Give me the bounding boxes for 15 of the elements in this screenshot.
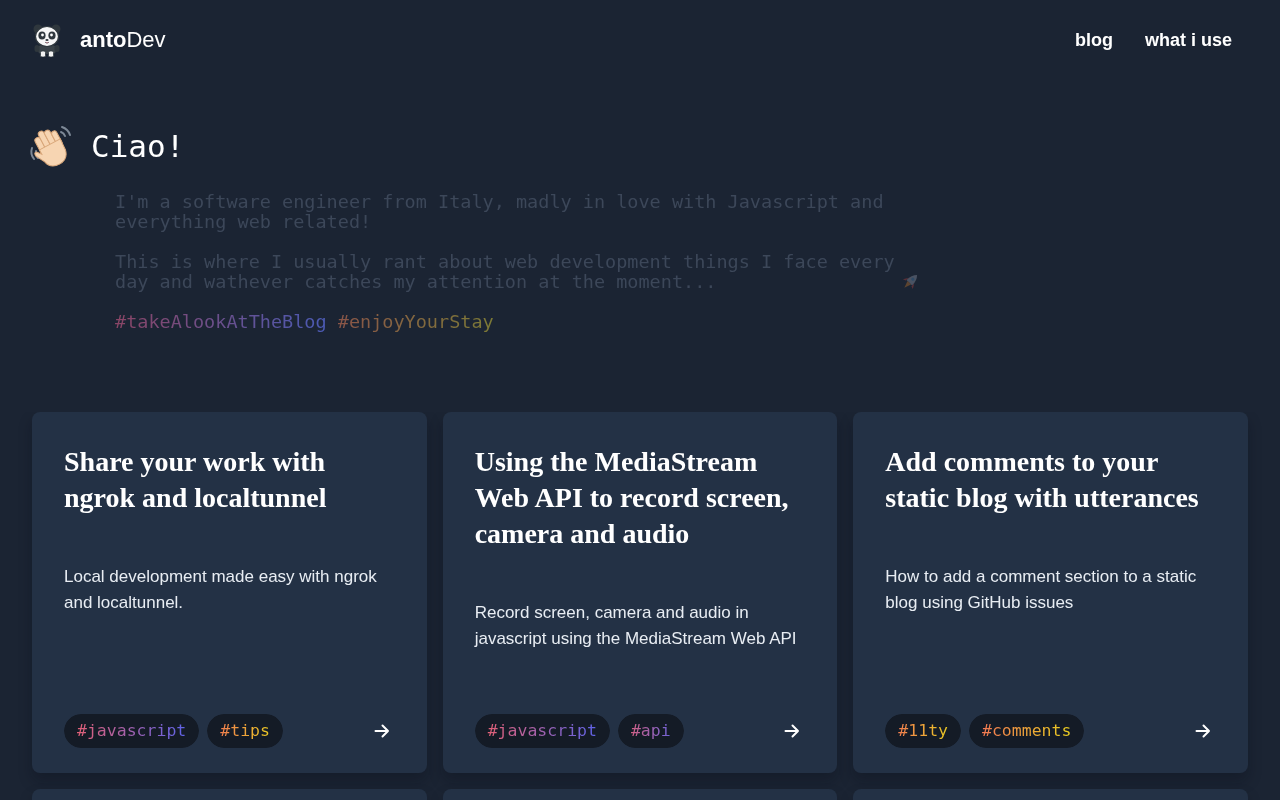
post-description: Local development made easy with ngrok and localtunnel.	[64, 566, 378, 614]
greeting-heading: Ciao!	[91, 127, 185, 166]
arrow-right-icon[interactable]	[1195, 723, 1211, 739]
post-title[interactable]: Using the MediaStream Web API to record screen, camera and audio	[474, 444, 806, 552]
arrow-right-icon[interactable]	[373, 723, 390, 739]
post-title[interactable]: Share your work with ngrok and localtunnel	[64, 444, 395, 516]
nav-link[interactable]: what i use	[1128, 26, 1248, 54]
arrow-right-icon[interactable]	[784, 723, 801, 739]
home-link[interactable]: antoDev	[32, 23, 166, 57]
nav-link[interactable]: blog	[1058, 26, 1129, 54]
post-description: How to add a comment section to a static blog using GitHub issues	[885, 566, 1198, 614]
post-title[interactable]: Add comments to your static blog with utterances	[885, 444, 1216, 516]
panda-icon	[33, 23, 61, 57]
post-description: Record screen, camera and audio in javascript using the MediaStream Web API	[474, 602, 798, 650]
waving-hand-icon	[28, 124, 74, 168]
